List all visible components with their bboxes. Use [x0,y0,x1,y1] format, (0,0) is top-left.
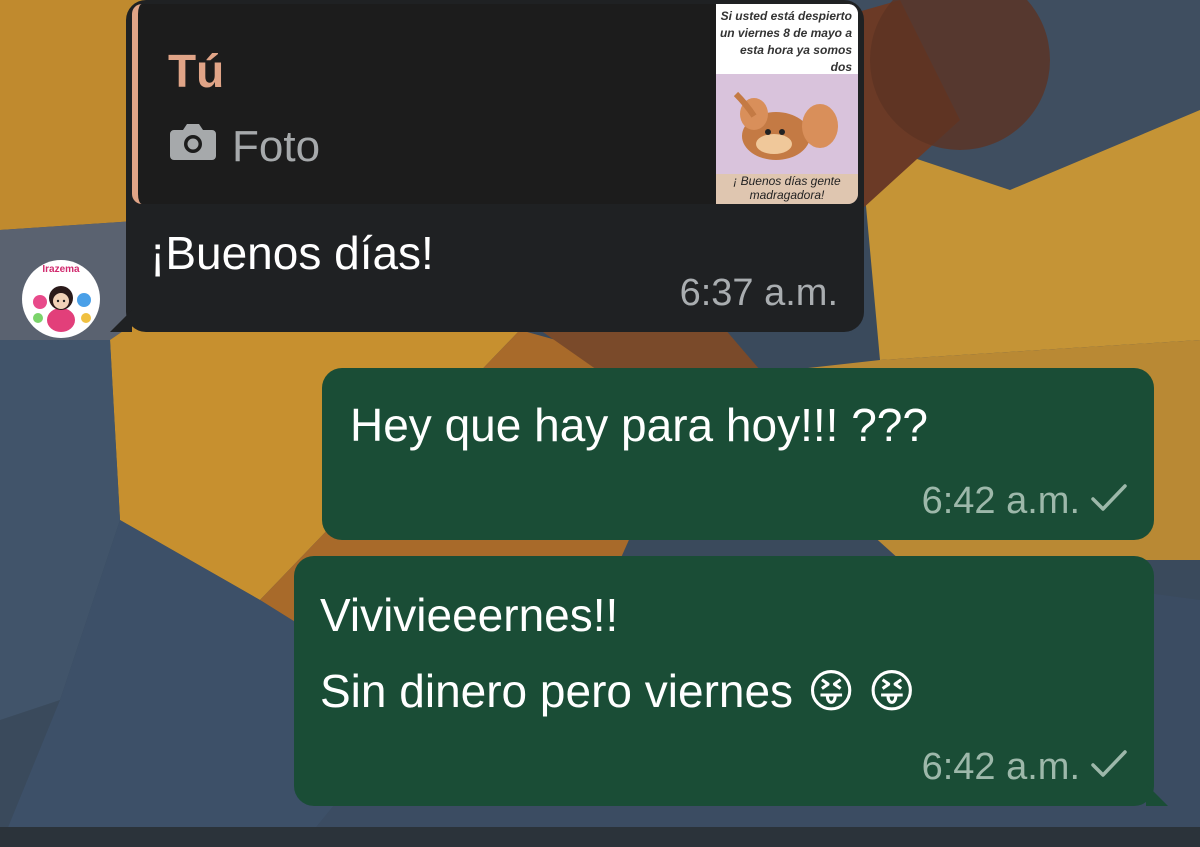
message-timestamp: 6:37 a.m. [680,272,838,315]
quoted-message[interactable]: Tú Foto Si usted está despierto un viern… [132,4,858,204]
input-bar-edge [0,827,1200,847]
thumbnail-caption-top: Si usted está despierto un viernes 8 de … [716,4,858,74]
message-text-line-1: Vivivieeernes!! [320,589,619,641]
outgoing-message-bubble[interactable]: Vivivieeernes!! Sin dinero pero viernes … [294,556,1168,806]
doll-avatar-icon [33,286,91,332]
timestamp-text: 6:37 a.m. [679,272,838,314]
timestamp-text: 6:42 a.m. [921,746,1080,788]
single-check-icon [1090,480,1128,523]
incoming-message-bubble[interactable]: Tú Foto Si usted está despierto un viern… [110,0,864,332]
quoted-sender-name: Tú [168,45,225,97]
bubble-tail [110,310,132,332]
outgoing-message-bubble[interactable]: Hey que hay para hoy!!! ??? 6:42 a.m. [322,368,1154,540]
message-timestamp: 6:42 a.m. [922,480,1128,523]
message-text: Sin dinero pero viernes [320,665,794,717]
message-text: ¡Buenos días! [150,227,434,279]
sender-avatar[interactable]: Irazema [22,260,100,338]
camera-icon [168,120,218,173]
quoted-photo-thumbnail[interactable]: Si usted está despierto un viernes 8 de … [716,4,858,204]
cartoon-mouse-image [716,74,858,174]
quoted-media-label: Foto [232,121,321,171]
timestamp-text: 6:42 a.m. [921,480,1080,522]
quoted-media-type: Foto [168,120,320,173]
single-check-icon [1090,746,1128,789]
squinting-tongue-emoji: 😝 😝 [807,665,916,717]
bubble-tail [1146,784,1168,806]
message-text: Hey que hay para hoy!!! ??? [350,399,928,451]
thumbnail-caption-bottom: ¡ Buenos días gente madragadora! [716,174,858,204]
message-text-line-2: Sin dinero pero viernes 😝 😝 [320,664,916,718]
message-timestamp: 6:42 a.m. [922,746,1128,789]
